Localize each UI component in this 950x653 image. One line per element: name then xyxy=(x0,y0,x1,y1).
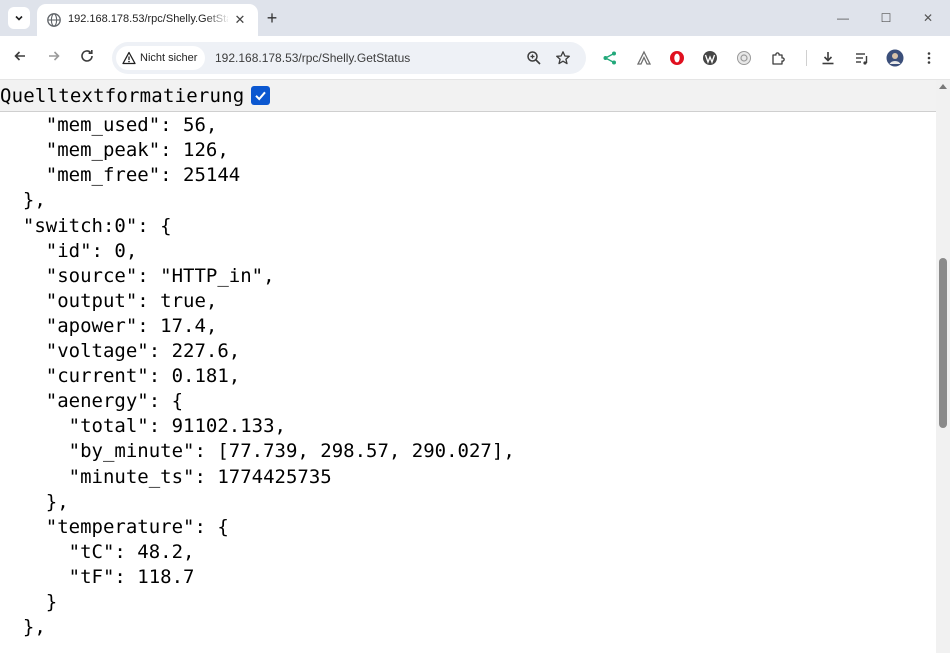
new-tab-button[interactable]: + xyxy=(262,8,282,28)
reload-button[interactable] xyxy=(77,48,97,68)
security-chip[interactable]: Nicht sicher xyxy=(116,46,206,70)
code-line: "tC": 48.2, xyxy=(0,540,195,563)
code-line: }, xyxy=(0,490,69,513)
zoom-icon[interactable] xyxy=(526,50,542,66)
tab-close-icon[interactable]: ✕ xyxy=(232,12,248,28)
code-line: "voltage": 227.6, xyxy=(0,340,241,362)
code-line: "by_minute": [77.739, 298.57, 290.027], xyxy=(0,440,515,463)
code-line: }, xyxy=(0,616,46,639)
reload-icon xyxy=(81,50,93,62)
chatgpt-icon[interactable] xyxy=(735,49,753,67)
url-text[interactable]: 192.168.178.53/rpc/Shelly.GetStatus xyxy=(215,51,410,65)
minimize-button[interactable]: — xyxy=(833,8,853,28)
globe-icon xyxy=(47,13,61,27)
menu-icon[interactable] xyxy=(920,49,938,67)
arrow-right-icon xyxy=(49,51,60,61)
code-line: "output": true, xyxy=(0,289,218,312)
code-line: "minute_ts": 1774425735 xyxy=(0,465,332,488)
security-label: Nicht sicher xyxy=(140,52,198,64)
scroll-up-arrow[interactable] xyxy=(939,84,947,89)
close-window-button[interactable]: ✕ xyxy=(918,8,938,28)
code-line: "id": 0, xyxy=(0,239,138,262)
check-icon xyxy=(255,91,267,101)
address-bar[interactable]: Nicht sicher 192.168.178.53/rpc/Shelly.G… xyxy=(112,42,586,74)
active-tab[interactable]: 192.168.178.53/rpc/Shelly.GetStatus ✕ xyxy=(37,4,258,36)
tab-strip: 192.168.178.53/rpc/Shelly.GetStatus ✕ + … xyxy=(0,0,950,36)
browser-toolbar: Nicht sicher 192.168.178.53/rpc/Shelly.G… xyxy=(0,36,950,80)
share-icon[interactable] xyxy=(601,49,619,67)
code-line: "switch:0": { xyxy=(0,214,172,237)
avatar[interactable] xyxy=(886,49,904,67)
reading-list-icon[interactable] xyxy=(853,49,871,67)
tab-title: 192.168.178.53/rpc/Shelly.GetStatus xyxy=(68,13,228,25)
scroll-thumb[interactable] xyxy=(939,258,947,428)
code-line: "mem_used": 56, xyxy=(0,114,218,137)
json-viewer: Quelltextformatierung "running": true, "… xyxy=(0,80,936,653)
code-line: "mem_peak": 126, xyxy=(0,139,229,162)
scrollbar[interactable] xyxy=(936,80,950,653)
back-button[interactable] xyxy=(10,48,30,68)
arrow-left-icon xyxy=(14,51,25,61)
wordpress-icon[interactable] xyxy=(701,49,719,67)
warning-icon xyxy=(122,51,136,65)
tab-search-button[interactable] xyxy=(8,7,30,29)
code-line: "temperature": { xyxy=(0,515,229,538)
pretty-print-checkbox[interactable] xyxy=(251,86,271,105)
pretty-print-bar: Quelltextformatierung xyxy=(0,80,936,112)
chevron-down-icon xyxy=(15,15,23,21)
opera-icon[interactable] xyxy=(668,49,686,67)
code-line: "mem_free": 25144 xyxy=(0,164,241,187)
code-line: "current": 0.181, xyxy=(0,365,241,388)
code-line: "total": 91102.133, xyxy=(0,415,286,438)
code-line: }, xyxy=(0,189,46,212)
forward-button[interactable] xyxy=(44,48,64,68)
code-line: "apower": 17.4, xyxy=(0,314,218,337)
adobe-icon[interactable] xyxy=(635,49,653,67)
code-line: "tF": 118.7 xyxy=(0,565,195,588)
bookmark-star-icon[interactable] xyxy=(555,50,571,66)
maximize-button[interactable]: ☐ xyxy=(876,8,896,28)
code-line: "aenergy": { xyxy=(0,390,184,413)
download-icon[interactable] xyxy=(819,49,837,67)
puzzle-icon[interactable] xyxy=(769,49,787,67)
pretty-print-label: Quelltextformatierung xyxy=(0,84,245,107)
code-line: "source": "HTTP_in", xyxy=(0,264,275,287)
code-line: } xyxy=(0,591,58,613)
